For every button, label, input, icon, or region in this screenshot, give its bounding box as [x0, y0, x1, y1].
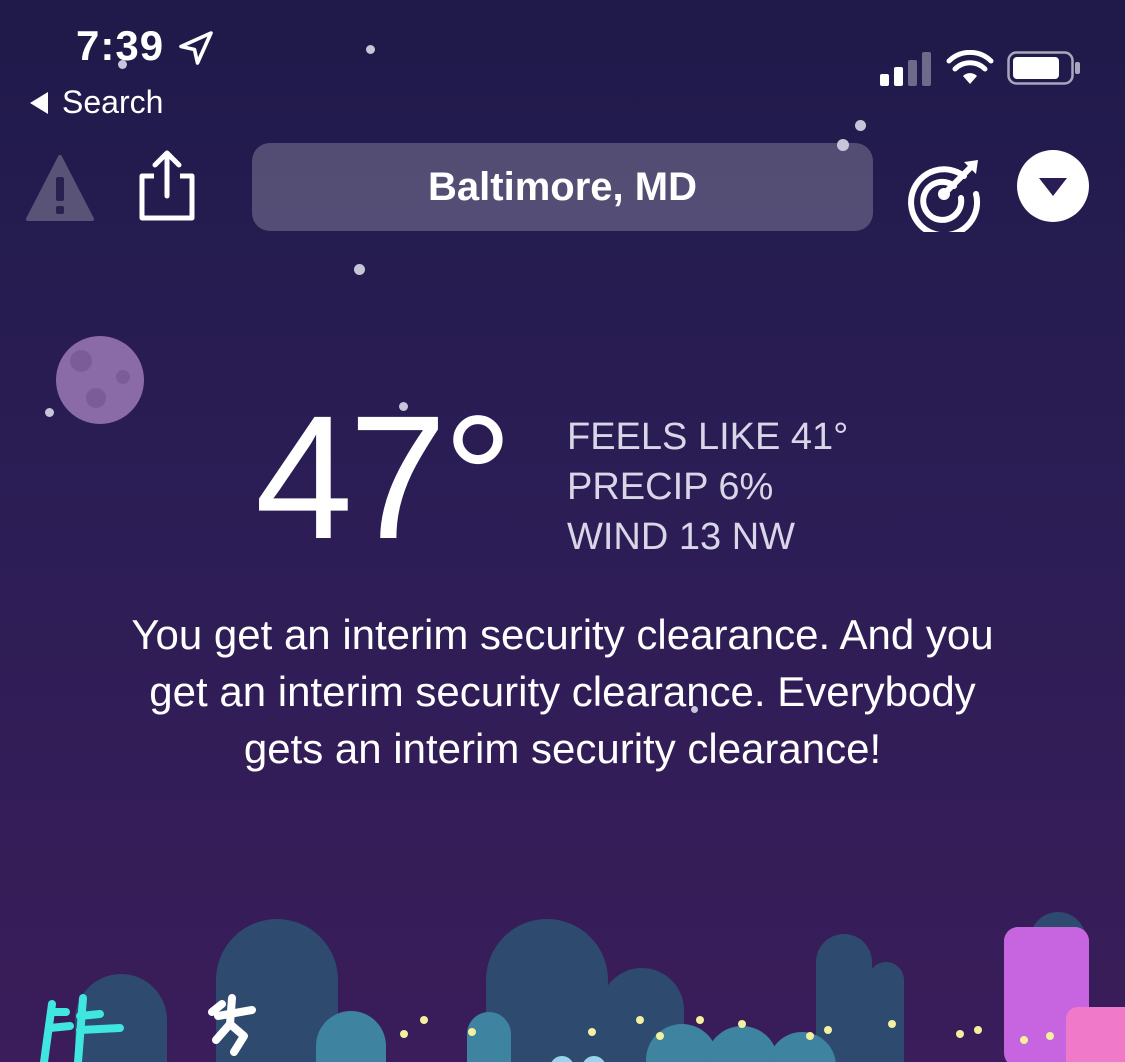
- dropdown-menu-button[interactable]: [1017, 150, 1089, 222]
- star: [837, 139, 849, 151]
- radar-icon[interactable]: [906, 156, 982, 232]
- location-arrow-icon: [179, 31, 213, 65]
- star: [366, 45, 375, 54]
- cellular-signal-icon: [880, 52, 931, 86]
- city-skyline-illustration: [40, 912, 1125, 1062]
- star: [354, 264, 365, 275]
- battery-icon: [1007, 51, 1080, 85]
- warning-icon[interactable]: [26, 155, 94, 221]
- star: [855, 120, 866, 131]
- feels-like: FEELS LIKE 41°: [567, 416, 849, 458]
- star: [45, 408, 54, 417]
- back-label: Search: [62, 84, 164, 120]
- conditions-details: FEELS LIKE 41° PRECIP 6% WIND 13 NW: [567, 412, 848, 562]
- back-to-search[interactable]: Search: [30, 84, 163, 121]
- back-icon: [30, 91, 48, 114]
- star: [118, 60, 127, 69]
- forecast-quote: You get an interim security clearance. A…: [131, 611, 994, 772]
- precipitation: PRECIP 6%: [567, 466, 774, 508]
- wind: WIND 13 NW: [567, 516, 795, 558]
- moon-icon: [56, 336, 144, 424]
- wifi-icon: [946, 50, 994, 84]
- share-icon[interactable]: [136, 150, 198, 222]
- location-selector[interactable]: Baltimore, MD: [252, 143, 873, 231]
- current-temperature: 47°: [255, 380, 513, 576]
- location-name: Baltimore, MD: [428, 164, 697, 209]
- chevron-down-icon: [1039, 178, 1067, 196]
